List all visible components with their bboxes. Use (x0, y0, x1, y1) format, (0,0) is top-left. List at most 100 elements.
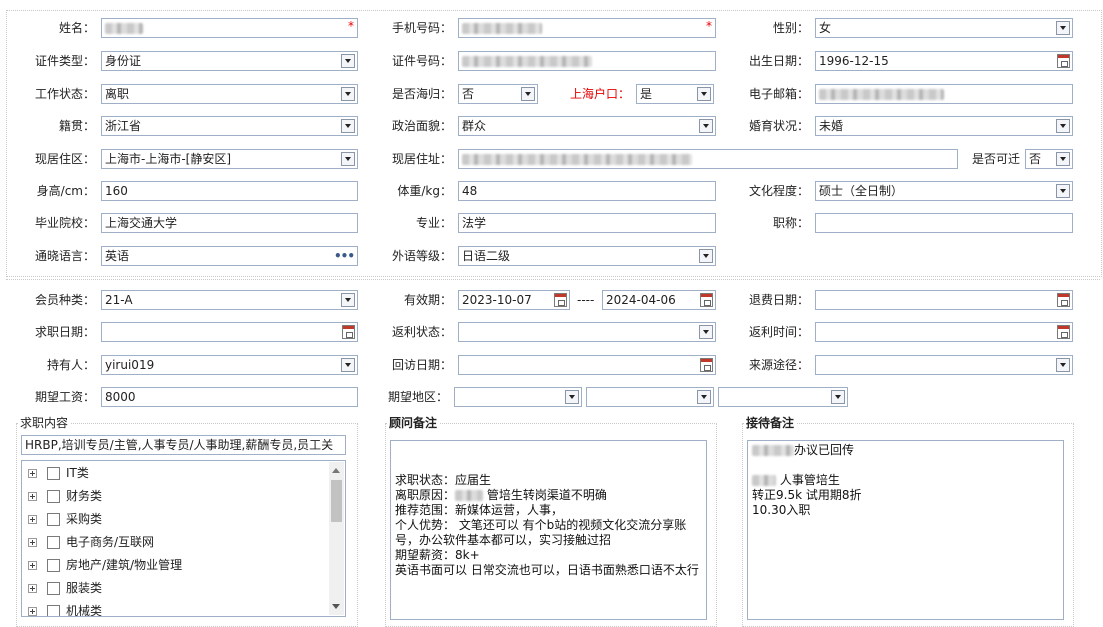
id-number-input[interactable] (458, 51, 716, 71)
consultant-remark-textarea[interactable]: 求职状态：应届生 离职原因： 管培生转岗渠道不明确 推荐范围：新媒体运营，人事，… (390, 440, 707, 620)
political-select[interactable]: 群众 (458, 116, 716, 136)
chevron-down-icon[interactable] (1056, 184, 1070, 198)
shanghai-hukou-select[interactable]: 是 (636, 84, 714, 104)
chevron-down-icon[interactable] (699, 119, 713, 133)
chevron-down-icon[interactable] (1056, 152, 1070, 166)
current-area-select[interactable]: 上海市-上海市-[静安区] (101, 149, 358, 169)
expand-icon[interactable] (28, 515, 37, 524)
reception-remark-textarea[interactable]: 办议已回传 人事管培生 转正9.5k 试用期8折 10.30入职 (747, 440, 1064, 620)
rebate-time-input[interactable] (815, 322, 1073, 342)
native-place-select[interactable]: 浙江省 (101, 116, 358, 136)
expand-icon[interactable] (28, 584, 37, 593)
chevron-down-icon[interactable] (341, 87, 355, 101)
job-content-selected-input[interactable]: HRBP,培训专员/主管,人事专员/人事助理,薪酬专员,员工关 (21, 435, 346, 455)
checkbox[interactable] (47, 582, 60, 595)
expand-icon[interactable] (28, 492, 37, 501)
tree-item-realestate[interactable]: 房地产/建筑/物业管理 (28, 555, 182, 575)
current-address-input[interactable] (458, 149, 958, 169)
tree-item-apparel[interactable]: 服装类 (28, 578, 102, 598)
name-input[interactable] (101, 18, 358, 38)
tree-scrollbar[interactable] (329, 462, 344, 615)
holder-select[interactable]: yirui019 (101, 355, 358, 375)
refund-date-input[interactable] (815, 290, 1073, 310)
chevron-down-icon[interactable] (1056, 358, 1070, 372)
political-label: 政治面貌： (391, 119, 452, 133)
chevron-down-icon[interactable] (341, 152, 355, 166)
expected-region-select-1[interactable] (454, 387, 582, 407)
chevron-down-icon[interactable] (565, 390, 579, 404)
expected-region-select-3[interactable] (718, 387, 848, 407)
chevron-down-icon[interactable] (1056, 119, 1070, 133)
birth-date-input[interactable]: 1996-12-15 (815, 51, 1073, 71)
email-input[interactable] (815, 84, 1073, 104)
education-select[interactable]: 硕士（全日制） (815, 181, 1073, 201)
work-status-select[interactable]: 离职 (101, 84, 358, 104)
job-category-tree[interactable]: IT类 财务类 采购类 电子商务/互联网 房地产/建筑/物业管理 服装类 机械类 (21, 460, 346, 617)
relocate-select[interactable]: 否 (1025, 149, 1073, 169)
checkbox[interactable] (47, 605, 60, 616)
returnee-select[interactable]: 否 (458, 84, 538, 104)
visit-date-input[interactable] (458, 355, 716, 375)
more-options-icon[interactable]: ••• (334, 247, 355, 265)
validity-start-value: 2023-10-07 (462, 293, 532, 307)
id-type-value: 身份证 (105, 54, 142, 68)
gender-value: 女 (819, 21, 832, 35)
expand-icon[interactable] (28, 469, 37, 478)
title-input[interactable] (815, 213, 1073, 233)
calendar-icon[interactable] (342, 325, 355, 339)
weight-input[interactable]: 48 (458, 181, 716, 201)
tree-item-ecommerce[interactable]: 电子商务/互联网 (28, 532, 154, 552)
calendar-icon[interactable] (1057, 54, 1070, 68)
tree-item-it[interactable]: IT类 (28, 463, 89, 483)
scroll-down-arrow-icon[interactable] (332, 604, 340, 609)
calendar-icon[interactable] (1057, 325, 1070, 339)
chevron-down-icon[interactable] (521, 87, 535, 101)
calendar-icon[interactable] (1057, 293, 1070, 307)
scroll-up-arrow-icon[interactable] (332, 468, 340, 473)
chevron-down-icon[interactable] (699, 325, 713, 339)
tree-item-label: 采购类 (66, 512, 103, 526)
gender-select[interactable]: 女 (815, 18, 1073, 38)
expand-icon[interactable] (28, 607, 37, 616)
scroll-thumb[interactable] (331, 480, 342, 522)
language-level-select[interactable]: 日语二级 (458, 246, 716, 266)
language-picker[interactable]: 英语 ••• (101, 246, 358, 266)
source-select[interactable] (815, 355, 1073, 375)
checkbox[interactable] (47, 467, 60, 480)
phone-input[interactable] (458, 18, 716, 38)
phone-value-redacted (462, 23, 542, 34)
member-type-select[interactable]: 21-A (101, 290, 358, 310)
expected-region-select-2[interactable] (586, 387, 714, 407)
checkbox[interactable] (47, 513, 60, 526)
id-type-select[interactable]: 身份证 (101, 51, 358, 71)
calendar-icon[interactable] (554, 293, 567, 307)
job-seek-date-input[interactable] (101, 322, 358, 342)
tree-item-machinery[interactable]: 机械类 (28, 601, 102, 616)
calendar-icon[interactable] (700, 293, 713, 307)
expand-icon[interactable] (28, 538, 37, 547)
checkbox[interactable] (47, 536, 60, 549)
expected-salary-input[interactable]: 8000 (101, 387, 358, 407)
chevron-down-icon[interactable] (697, 87, 711, 101)
height-input[interactable]: 160 (101, 181, 358, 201)
checkbox[interactable] (47, 490, 60, 503)
expand-icon[interactable] (28, 561, 37, 570)
chevron-down-icon[interactable] (341, 119, 355, 133)
chevron-down-icon[interactable] (341, 358, 355, 372)
chevron-down-icon[interactable] (341, 293, 355, 307)
chevron-down-icon[interactable] (341, 54, 355, 68)
school-input[interactable]: 上海交通大学 (101, 213, 358, 233)
chevron-down-icon[interactable] (699, 249, 713, 263)
rebate-status-select[interactable] (458, 322, 716, 342)
chevron-down-icon[interactable] (831, 390, 845, 404)
tree-item-purchasing[interactable]: 采购类 (28, 509, 102, 529)
validity-end-input[interactable]: 2024-04-06 (602, 290, 716, 310)
chevron-down-icon[interactable] (1056, 21, 1070, 35)
tree-item-finance[interactable]: 财务类 (28, 486, 102, 506)
chevron-down-icon[interactable] (697, 390, 711, 404)
validity-start-input[interactable]: 2023-10-07 (458, 290, 570, 310)
major-input[interactable]: 法学 (458, 213, 716, 233)
checkbox[interactable] (47, 559, 60, 572)
marital-select[interactable]: 未婚 (815, 116, 1073, 136)
calendar-icon[interactable] (700, 358, 713, 372)
